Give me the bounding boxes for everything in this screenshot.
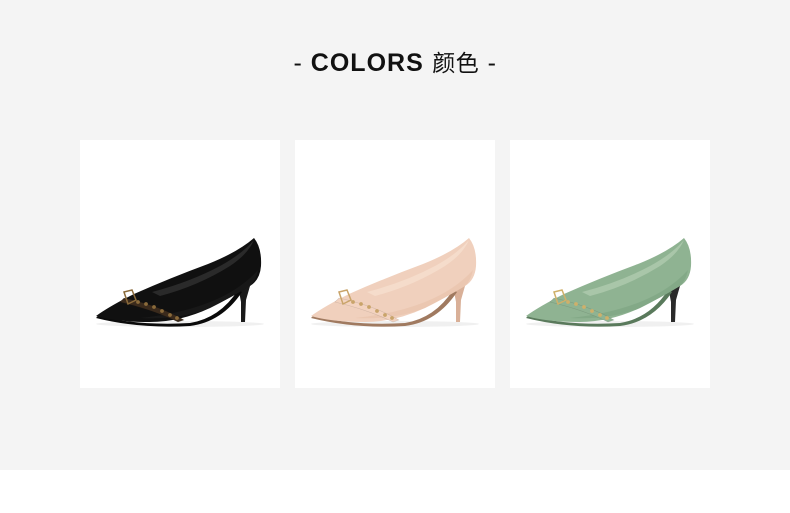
shoe-stud — [160, 309, 164, 313]
product-card-green[interactable] — [510, 140, 710, 388]
product-card-beige[interactable] — [295, 140, 495, 388]
shoe-stud — [566, 300, 570, 304]
title-dash-left: - — [293, 49, 303, 77]
page-bottom-spacer — [0, 470, 790, 513]
shoe-stud — [359, 302, 363, 306]
title-chinese: 颜色 — [432, 51, 480, 77]
shoe-stud — [136, 300, 140, 304]
shoe-image-beige — [311, 238, 479, 327]
section-title: - COLORS 颜色 - — [0, 46, 790, 81]
shoe-stud — [590, 309, 594, 313]
shoe-upper — [526, 238, 692, 322]
shoe-stud — [351, 300, 355, 304]
title-english: COLORS — [310, 49, 424, 77]
colors-section: - COLORS 颜色 - — [0, 0, 790, 470]
shoe-stud — [390, 316, 394, 320]
shoe-stud — [582, 305, 586, 309]
shoe-image-green — [526, 238, 694, 327]
shoe-stud — [175, 316, 179, 320]
product-card-black[interactable] — [80, 140, 280, 388]
shoe-stud — [367, 305, 371, 309]
title-dash-right: - — [487, 49, 497, 77]
shoe-stud — [375, 309, 379, 313]
shoe-stud — [605, 316, 609, 320]
shoe-stud — [598, 313, 602, 317]
shoe-stud — [383, 313, 387, 317]
shoe-image-black — [96, 238, 264, 327]
shoe-stud — [168, 313, 172, 317]
shoe-stud — [144, 302, 148, 306]
shoe-stud — [574, 302, 578, 306]
shoe-upper — [96, 238, 262, 322]
shoe-stud — [152, 305, 156, 309]
shoe-upper — [311, 238, 477, 322]
